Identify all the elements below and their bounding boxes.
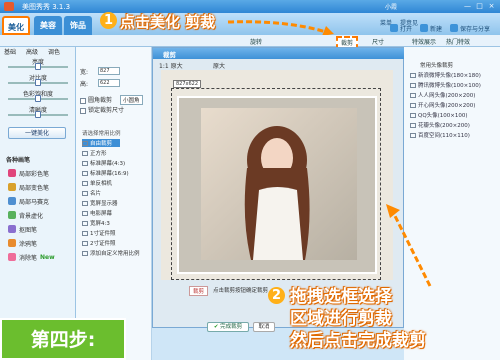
rounded-select[interactable]: 小圆角 bbox=[120, 95, 143, 105]
crop-options-panel: 宽: 827 高: 622 圆角裁剪 小圆角 锁定裁剪尺寸 请选择常用比例 自由裁剪… bbox=[76, 47, 152, 360]
ratio-title: 请选择常用比例 bbox=[82, 131, 121, 137]
rounded-crop-option[interactable]: 圆角裁剪 bbox=[80, 95, 112, 104]
ratio-1-inch[interactable]: 1寸证件照 bbox=[82, 229, 116, 237]
saturation-slider[interactable]: 色彩饱和度 bbox=[4, 89, 72, 103]
tab-hot-effects[interactable]: 热门特效 bbox=[446, 37, 470, 46]
width-input[interactable]: 827 bbox=[98, 67, 120, 75]
new-button[interactable]: 新建 bbox=[420, 21, 442, 35]
tab-basic[interactable]: 基础 bbox=[4, 47, 16, 56]
resize-tool[interactable]: 尺寸 bbox=[372, 37, 384, 46]
brush-icon bbox=[8, 183, 16, 191]
plus-icon bbox=[420, 24, 428, 32]
step-number-1: 1 bbox=[100, 12, 117, 29]
tab-beauty[interactable]: 美容 bbox=[34, 16, 62, 35]
brightness-slider[interactable]: 亮度 bbox=[4, 57, 72, 71]
size-tag: 827x622 bbox=[173, 80, 202, 88]
original-size-button[interactable]: 原大 bbox=[213, 61, 225, 70]
pens-title: 各种画笔 bbox=[6, 157, 31, 164]
maximize-button[interactable]: □ bbox=[474, 2, 485, 11]
window-title: 美图秀秀 3.1.3 bbox=[22, 3, 71, 11]
step-number-2: 2 bbox=[268, 287, 285, 304]
ratio-2-inch[interactable]: 2寸证件照 bbox=[82, 239, 116, 247]
open-button[interactable]: 打开 bbox=[390, 21, 412, 35]
rotate-tool[interactable]: 旋转 bbox=[250, 37, 262, 46]
avatar-qq[interactable]: QQ头像(100×100) bbox=[410, 111, 468, 119]
ratio-movie[interactable]: 电影屏幕 bbox=[82, 209, 112, 217]
height-input[interactable]: 622 bbox=[98, 79, 120, 87]
new-badge: New bbox=[40, 253, 55, 261]
arrow-to-selection-icon bbox=[386, 204, 432, 287]
one-key-beautify-button[interactable]: 一键美化 bbox=[8, 127, 66, 139]
avatar-panel-title: 常用头像裁剪 bbox=[420, 63, 454, 69]
ratio-4-3[interactable]: 标准屏幕(4:3) bbox=[82, 159, 125, 167]
title-bar: 美图秀秀 3.1.3 小霞 — □ × bbox=[0, 0, 500, 13]
checkbox[interactable] bbox=[80, 107, 86, 114]
contrast-slider[interactable]: 对比度 bbox=[4, 73, 72, 87]
checkmark-icon: ✔ bbox=[213, 324, 219, 330]
edit-toolbar: 旋转 裁剪 尺寸 特效展示 热门特效 bbox=[0, 35, 500, 49]
pencil-icon bbox=[8, 239, 16, 247]
annotation-drag-line3: 然后点击完成裁剪 bbox=[290, 331, 426, 351]
brush-icon bbox=[8, 169, 16, 177]
tab-advanced[interactable]: 高级 bbox=[26, 47, 38, 56]
blur-icon bbox=[8, 211, 16, 219]
eraser-icon bbox=[8, 253, 16, 261]
close-button[interactable]: × bbox=[486, 2, 497, 11]
user-label[interactable]: 小霞 bbox=[385, 2, 397, 11]
step-label: 第四步: bbox=[0, 318, 126, 360]
crop-canvas[interactable]: 827x622 bbox=[161, 70, 393, 280]
save-share-button[interactable]: 保存与分享 bbox=[450, 21, 490, 35]
avatar-renren[interactable]: 人人网头像(200×200) bbox=[410, 91, 475, 99]
mosaic-icon bbox=[8, 197, 16, 205]
save-icon bbox=[450, 24, 458, 32]
ratio-16-9[interactable]: 标准屏幕(16:9) bbox=[82, 169, 129, 177]
scissors-icon bbox=[8, 225, 16, 233]
ratio-wide-4-3[interactable]: 宽屏4:3 bbox=[82, 219, 110, 227]
zoom-level[interactable]: 1:1 原大 bbox=[159, 61, 183, 70]
ratio-free[interactable]: 自由裁剪 bbox=[82, 139, 120, 147]
avatar-tencent[interactable]: 腾讯微博头像(100×100) bbox=[410, 81, 481, 89]
avatar-huaban[interactable]: 花瓣头像(200×200) bbox=[410, 121, 470, 129]
ratio-add-custom[interactable]: 添加自定义常用比例 bbox=[82, 249, 140, 257]
crop-window-titlebar: 裁剪 bbox=[153, 48, 405, 59]
folder-icon bbox=[390, 24, 398, 32]
width-field: 宽: 827 bbox=[80, 67, 120, 76]
annotation-click-crop: 点击美化 剪裁 bbox=[120, 13, 216, 31]
minimize-button[interactable]: — bbox=[462, 2, 473, 11]
adjust-panel: 基础 高级 调色 亮度 对比度 色彩饱和度 清晰度 一键美化 各种画笔 局部彩色… bbox=[0, 47, 76, 360]
cancel-button[interactable]: 取消 bbox=[253, 322, 275, 332]
ratio-card[interactable]: 名片 bbox=[82, 189, 101, 197]
crop-selection-box[interactable] bbox=[171, 88, 381, 280]
ratio-square[interactable]: 正方形 bbox=[82, 149, 107, 157]
tab-beautify[interactable]: 美化 bbox=[2, 16, 30, 35]
tab-color[interactable]: 调色 bbox=[48, 47, 60, 56]
tab-decorations[interactable]: 饰品 bbox=[64, 16, 92, 35]
lock-ratio-option[interactable]: 锁定裁剪尺寸 bbox=[80, 105, 124, 114]
pen-local-color[interactable]: 局部彩色笔 bbox=[8, 167, 49, 179]
app-logo-icon bbox=[4, 2, 14, 11]
pen-cutout[interactable]: 抠图笔 bbox=[8, 223, 37, 235]
pen-eraser[interactable]: 消除笔 New bbox=[8, 251, 55, 263]
ratio-dslr[interactable]: 单反相机 bbox=[82, 179, 112, 187]
crop-window-title: 裁剪 bbox=[163, 51, 176, 59]
crop-tag: 裁剪 bbox=[189, 286, 209, 296]
sharpness-slider[interactable]: 清晰度 bbox=[4, 105, 72, 119]
pen-local-recolor[interactable]: 局部变色笔 bbox=[8, 181, 49, 193]
ratio-widescreen[interactable]: 宽屏显示器 bbox=[82, 199, 118, 207]
complete-crop-button[interactable]: ✔ 完成裁剪 bbox=[207, 322, 249, 332]
avatar-kaixin[interactable]: 开心网头像(200×200) bbox=[410, 101, 475, 109]
pen-mosaic[interactable]: 局部马赛克 bbox=[8, 195, 49, 207]
avatar-baidu[interactable]: 百度空间(110×110) bbox=[410, 131, 470, 139]
tab-effect-show[interactable]: 特效展示 bbox=[412, 37, 436, 46]
height-field: 高: 622 bbox=[80, 79, 120, 88]
pen-background-blur[interactable]: 背景虚化 bbox=[8, 209, 43, 221]
checkbox[interactable] bbox=[80, 97, 86, 104]
pen-doodle[interactable]: 涂鸦笔 bbox=[8, 237, 37, 249]
avatar-sina[interactable]: 新浪微博头像(180×180) bbox=[410, 71, 481, 79]
confirm-crop-hint: 点击裁剪按钮确定裁剪 bbox=[213, 288, 269, 294]
